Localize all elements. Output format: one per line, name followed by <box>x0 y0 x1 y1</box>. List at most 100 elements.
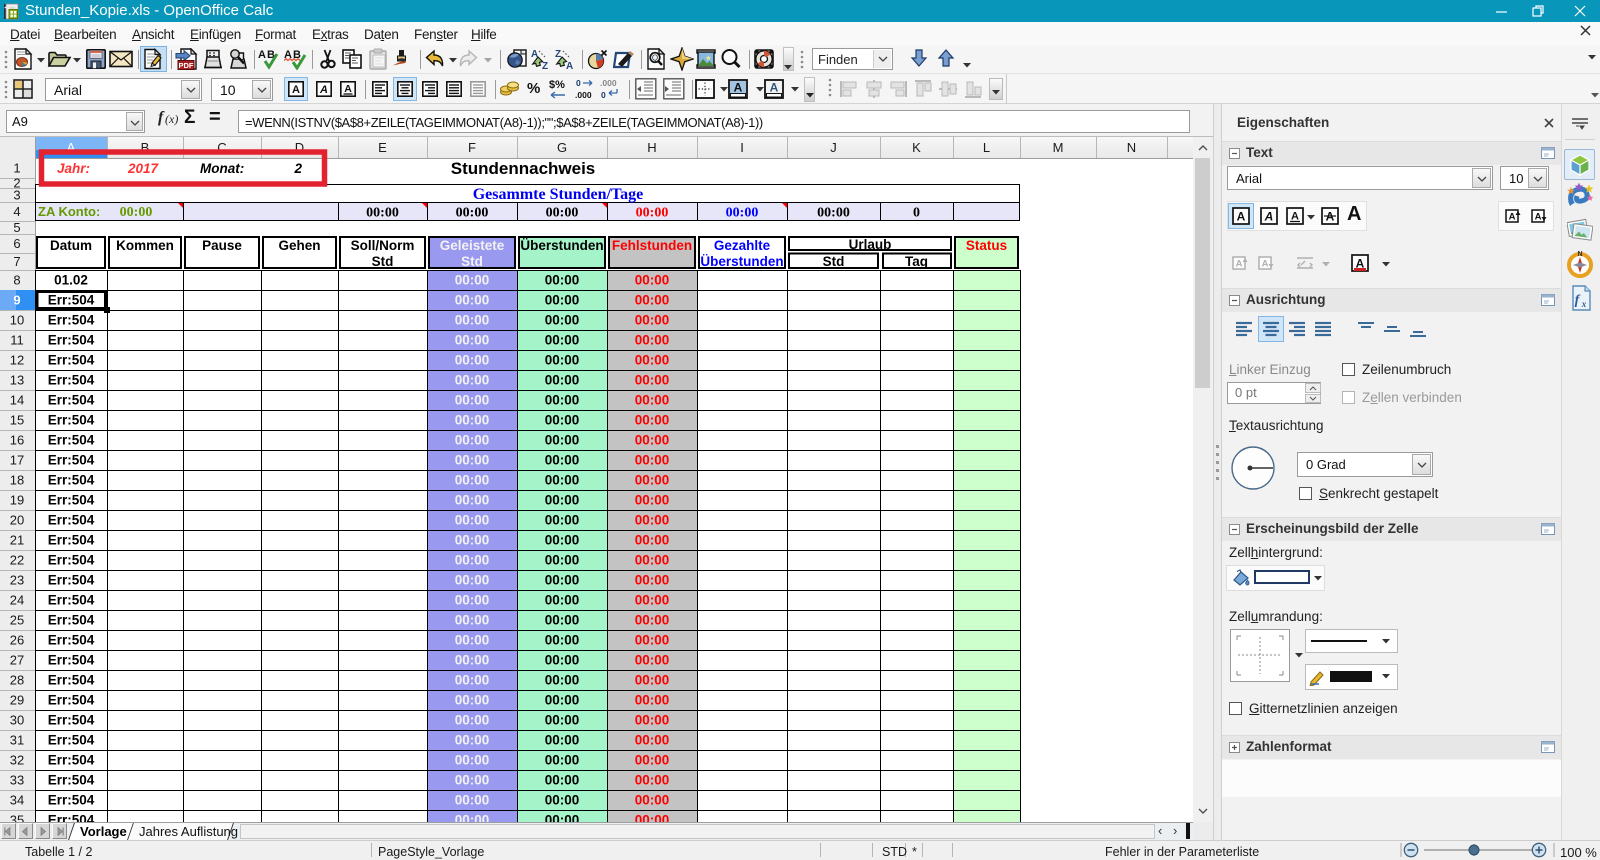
svg-text:Gehen: Gehen <box>278 238 320 253</box>
svg-text:00:00: 00:00 <box>455 753 490 768</box>
svg-text:00:00: 00:00 <box>726 206 759 221</box>
svg-text:Geleistete: Geleistete <box>440 238 505 253</box>
svg-text:2: 2 <box>293 161 302 176</box>
svg-text:00:00: 00:00 <box>545 613 580 628</box>
svg-text:00:00: 00:00 <box>635 813 670 823</box>
svg-text:0: 0 <box>913 206 920 221</box>
svg-text:00:00: 00:00 <box>545 593 580 608</box>
svg-text:5: 5 <box>13 220 20 235</box>
svg-text:Err:504: Err:504 <box>48 513 95 528</box>
svg-text:00:00: 00:00 <box>635 693 670 708</box>
svg-text:00:00: 00:00 <box>635 373 670 388</box>
svg-text:00:00: 00:00 <box>545 793 580 808</box>
svg-text:00:00: 00:00 <box>545 473 580 488</box>
svg-text:00:00: 00:00 <box>455 433 490 448</box>
svg-text:00:00: 00:00 <box>635 713 670 728</box>
svg-text:00:00: 00:00 <box>635 633 670 648</box>
svg-text:00:00: 00:00 <box>635 793 670 808</box>
svg-text:00:00: 00:00 <box>817 206 850 221</box>
svg-text:A: A <box>1264 210 1274 224</box>
svg-text:N: N <box>1127 140 1136 155</box>
svg-text:0: 0 <box>601 90 606 100</box>
svg-text:00:00: 00:00 <box>456 206 489 221</box>
svg-text:K: K <box>912 140 921 155</box>
svg-text:00:00: 00:00 <box>455 413 490 428</box>
svg-text:Err:504: Err:504 <box>48 773 95 788</box>
svg-text:Gezahlte: Gezahlte <box>714 238 771 253</box>
svg-text:00:00: 00:00 <box>635 433 670 448</box>
svg-text:00:00: 00:00 <box>455 633 490 648</box>
svg-text:26: 26 <box>10 633 24 648</box>
svg-text:N: N <box>1577 251 1582 258</box>
svg-text:28: 28 <box>10 673 24 688</box>
svg-text:17: 17 <box>10 453 24 468</box>
svg-text:Err:504: Err:504 <box>48 613 95 628</box>
svg-text:22: 22 <box>10 553 24 568</box>
svg-text:A: A <box>1262 259 1269 270</box>
svg-text:Z: Z <box>555 49 561 60</box>
svg-text:00:00: 00:00 <box>545 513 580 528</box>
svg-text:32: 32 <box>10 753 24 768</box>
svg-text:00:00: 00:00 <box>455 513 490 528</box>
svg-text:00:00: 00:00 <box>455 493 490 508</box>
svg-text:14: 14 <box>10 393 24 408</box>
svg-text:.000: .000 <box>575 90 592 100</box>
svg-text:16: 16 <box>10 433 24 448</box>
svg-text:Std: Std <box>461 254 483 269</box>
svg-text:Gesammte Stunden/Tage: Gesammte Stunden/Tage <box>473 186 644 203</box>
svg-text:A: A <box>292 84 300 96</box>
svg-text:00:00: 00:00 <box>455 373 490 388</box>
svg-text:00:00: 00:00 <box>635 573 670 588</box>
svg-text:00:00: 00:00 <box>635 533 670 548</box>
svg-text:00:00: 00:00 <box>455 593 490 608</box>
svg-text:13: 13 <box>10 373 24 388</box>
svg-text:00:00: 00:00 <box>455 273 490 288</box>
svg-text:00:00: 00:00 <box>455 793 490 808</box>
svg-text:L: L <box>983 140 990 155</box>
svg-text:Datum: Datum <box>50 238 92 253</box>
svg-text:35: 35 <box>10 813 24 823</box>
svg-text:12: 12 <box>10 353 24 368</box>
svg-text:Überstunden: Überstunden <box>520 238 603 253</box>
svg-text:00:00: 00:00 <box>635 473 670 488</box>
svg-text:ZA Konto:: ZA Konto: <box>38 204 100 219</box>
svg-text:I: I <box>740 140 744 155</box>
svg-text:00:00: 00:00 <box>635 653 670 668</box>
svg-text:00:00: 00:00 <box>455 693 490 708</box>
svg-text:00:00: 00:00 <box>636 206 669 221</box>
svg-text:Fehlstunden: Fehlstunden <box>612 238 692 253</box>
svg-text:00:00: 00:00 <box>455 333 490 348</box>
svg-text:25: 25 <box>10 613 24 628</box>
svg-text:00:00: 00:00 <box>455 773 490 788</box>
svg-text:00:00: 00:00 <box>455 813 490 823</box>
svg-text:A: A <box>566 61 573 70</box>
svg-text:00:00: 00:00 <box>545 733 580 748</box>
svg-text:00:00: 00:00 <box>635 273 670 288</box>
svg-text:x: x <box>1581 299 1587 309</box>
svg-text:Pause: Pause <box>202 238 242 253</box>
svg-text:27: 27 <box>10 653 24 668</box>
svg-text:00:00: 00:00 <box>635 753 670 768</box>
svg-text:Err:504: Err:504 <box>48 353 95 368</box>
svg-text:00:00: 00:00 <box>455 653 490 668</box>
svg-text:Err:504: Err:504 <box>48 673 95 688</box>
svg-text:00:00: 00:00 <box>455 613 490 628</box>
svg-text:00:00: 00:00 <box>545 493 580 508</box>
svg-text:00:00: 00:00 <box>635 773 670 788</box>
svg-text:00:00: 00:00 <box>635 493 670 508</box>
svg-text:21: 21 <box>10 533 24 548</box>
svg-text:Err:504: Err:504 <box>48 373 95 388</box>
svg-text:00:00: 00:00 <box>545 753 580 768</box>
svg-text:00:00: 00:00 <box>545 573 580 588</box>
svg-text:A: A <box>770 81 779 95</box>
svg-text:00:00: 00:00 <box>455 553 490 568</box>
svg-text:1: 1 <box>13 161 20 176</box>
svg-text:3: 3 <box>13 188 20 203</box>
svg-text:.000: .000 <box>600 78 617 88</box>
svg-text:$%: $% <box>549 79 565 91</box>
svg-text:Err:504: Err:504 <box>48 713 95 728</box>
svg-text:00:00: 00:00 <box>635 673 670 688</box>
svg-text:30: 30 <box>10 713 24 728</box>
svg-text:Err:504: Err:504 <box>48 333 95 348</box>
svg-text:Err:504: Err:504 <box>48 433 95 448</box>
